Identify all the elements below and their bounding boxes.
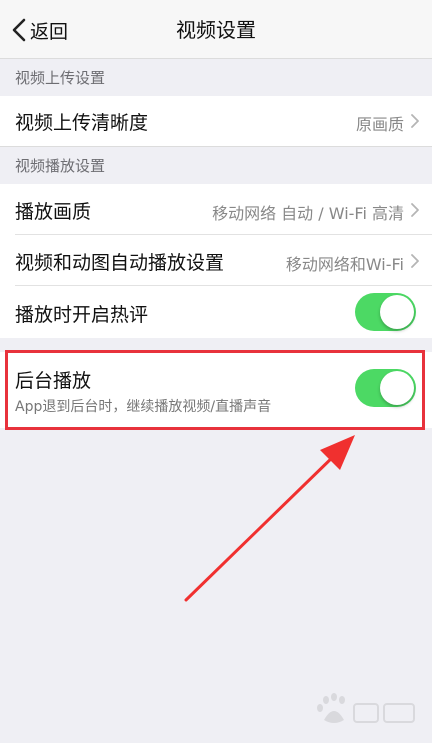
baidu-watermark-logo bbox=[317, 693, 415, 723]
annotation-arrow-icon bbox=[184, 435, 355, 602]
